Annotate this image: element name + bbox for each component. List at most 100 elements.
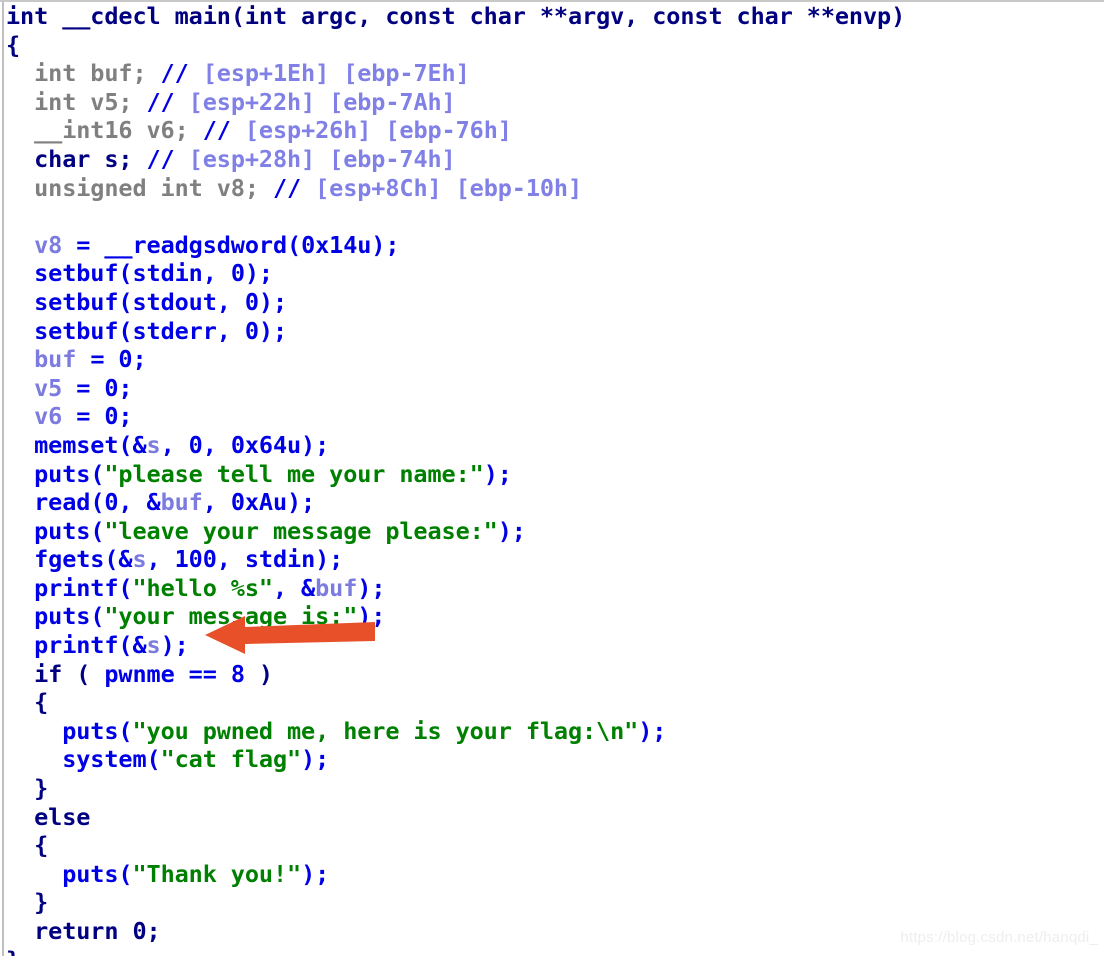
code-line[interactable]: setbuf(stdin, 0); — [6, 259, 1104, 288]
code-token-navy: ) — [244, 659, 273, 688]
code-token-navy: } — [34, 774, 49, 803]
code-token-gray: int v5; — [34, 87, 147, 116]
code-token-blue: , 0); — [216, 316, 288, 345]
code-line[interactable]: puts("please tell me your name:"); — [6, 460, 1104, 489]
code-token-blue: (0, & — [90, 488, 161, 517]
code-token-navy: { — [6, 30, 21, 59]
code-line[interactable]: unsigned int v8; // [esp+8Ch] [ebp-10h] — [6, 174, 1104, 203]
code-token-blue: , 100, — [146, 545, 245, 574]
code-listing[interactable]: int __cdecl main(int argc, const char **… — [0, 2, 1104, 956]
code-line[interactable]: setbuf(stderr, 0); — [6, 317, 1104, 346]
decompiler-pseudocode-view[interactable]: int __cdecl main(int argc, const char **… — [0, 0, 1104, 956]
code-token-blue: ); — [160, 631, 189, 660]
code-line[interactable]: buf = 0; — [6, 345, 1104, 374]
code-token-gray — [175, 88, 189, 116]
code-token-navy: __cdecl — [62, 2, 161, 30]
code-token-blue: ); — [301, 745, 330, 774]
code-token-navy: int — [6, 2, 63, 30]
code-line[interactable]: printf(&s); — [6, 631, 1104, 660]
code-token-blue: memset — [34, 430, 119, 459]
code-line[interactable]: } — [6, 888, 1104, 917]
code-line[interactable]: puts("you pwned me, here is your flag:\n… — [6, 717, 1104, 746]
code-token-blue: __readgsdword — [104, 230, 288, 259]
code-token-var: s — [132, 545, 147, 574]
code-token-comment: // — [202, 116, 231, 145]
code-line[interactable]: char s; // [esp+28h] [ebp-74h] — [6, 145, 1104, 174]
code-line[interactable]: v6 = 0; — [6, 402, 1104, 431]
code-token-blue: puts — [34, 602, 91, 631]
code-line[interactable]: read(0, &buf, 0xAu); — [6, 488, 1104, 517]
watermark-text: https://blog.csdn.net/hanqdi_ — [900, 929, 1098, 946]
code-token-var: s — [146, 430, 161, 459]
code-token-var: v6 — [34, 402, 63, 431]
code-token-blue: = 0; — [62, 373, 133, 402]
code-token-blue: , & — [272, 573, 316, 602]
code-token-gray — [301, 174, 315, 202]
code-line[interactable]: int buf; // [esp+1Eh] [ebp-7Eh] — [6, 59, 1104, 88]
code-token-blue: ( — [146, 745, 161, 774]
code-token-blue: == 8 — [174, 659, 245, 688]
code-line[interactable]: else — [6, 803, 1104, 832]
code-token-navy: } — [34, 888, 49, 917]
code-line[interactable]: int __cdecl main(int argc, const char **… — [6, 2, 1104, 31]
code-line[interactable]: puts("your message is:"); — [6, 602, 1104, 631]
code-line[interactable]: __int16 v6; // [esp+26h] [ebp-76h] — [6, 116, 1104, 145]
code-token-string: "hello %s" — [132, 573, 273, 602]
code-line[interactable]: fgets(&s, 100, stdin); — [6, 545, 1104, 574]
code-token-navy: if — [34, 659, 63, 688]
code-token-blue: stdout — [132, 287, 217, 316]
code-token-blue: = 0; — [76, 345, 147, 374]
code-token-string: "your message is:" — [104, 602, 358, 631]
code-token-gray: unsigned int v8; — [34, 173, 273, 202]
code-line[interactable]: setbuf(stdout, 0); — [6, 288, 1104, 317]
code-token-blue: = 0; — [62, 402, 133, 431]
code-line[interactable]: int v5; // [esp+22h] [ebp-7Ah] — [6, 88, 1104, 117]
code-token-blue: (& — [118, 430, 147, 459]
code-token-blue: stdin — [244, 545, 316, 574]
code-token-gray — [189, 59, 203, 87]
code-line[interactable]: v5 = 0; — [6, 374, 1104, 403]
code-line[interactable]: memset(&s, 0, 0x64u); — [6, 431, 1104, 460]
code-line[interactable]: puts("leave your message please:"); — [6, 517, 1104, 546]
code-token-blue: stdin — [132, 259, 203, 288]
code-token-navy: 0; — [118, 917, 161, 945]
code-token-navy: else — [34, 802, 91, 831]
code-token-blue: pwnme — [104, 659, 175, 688]
code-line[interactable]: } — [6, 774, 1104, 803]
code-line[interactable]: { — [6, 31, 1104, 60]
code-token-navy: char s; — [34, 144, 147, 173]
code-line[interactable]: { — [6, 688, 1104, 717]
code-line[interactable]: puts("Thank you!"); — [6, 860, 1104, 889]
code-token-blue: , 0); — [202, 259, 273, 288]
code-line[interactable]: if ( pwnme == 8 ) — [6, 660, 1104, 689]
code-line[interactable]: system("cat flag"); — [6, 745, 1104, 774]
code-line[interactable]: printf("hello %s", &buf); — [6, 574, 1104, 603]
code-token-gray — [175, 145, 189, 173]
code-token-var: buf — [34, 345, 77, 374]
code-token-navy — [161, 2, 175, 30]
code-token-blue: setbuf — [34, 287, 119, 316]
code-token-blue: ( — [118, 316, 133, 345]
code-token-blue: ); — [357, 602, 386, 631]
code-line[interactable]: } — [6, 946, 1104, 956]
code-token-blue: setbuf — [34, 259, 119, 288]
code-token-blue: ); — [357, 573, 386, 602]
code-token-stkref: [esp+1Eh] [ebp-7Eh] — [202, 59, 470, 88]
code-line[interactable]: { — [6, 831, 1104, 860]
code-line[interactable]: v8 = __readgsdword(0x14u); — [6, 231, 1104, 260]
code-line[interactable] — [6, 202, 1104, 231]
